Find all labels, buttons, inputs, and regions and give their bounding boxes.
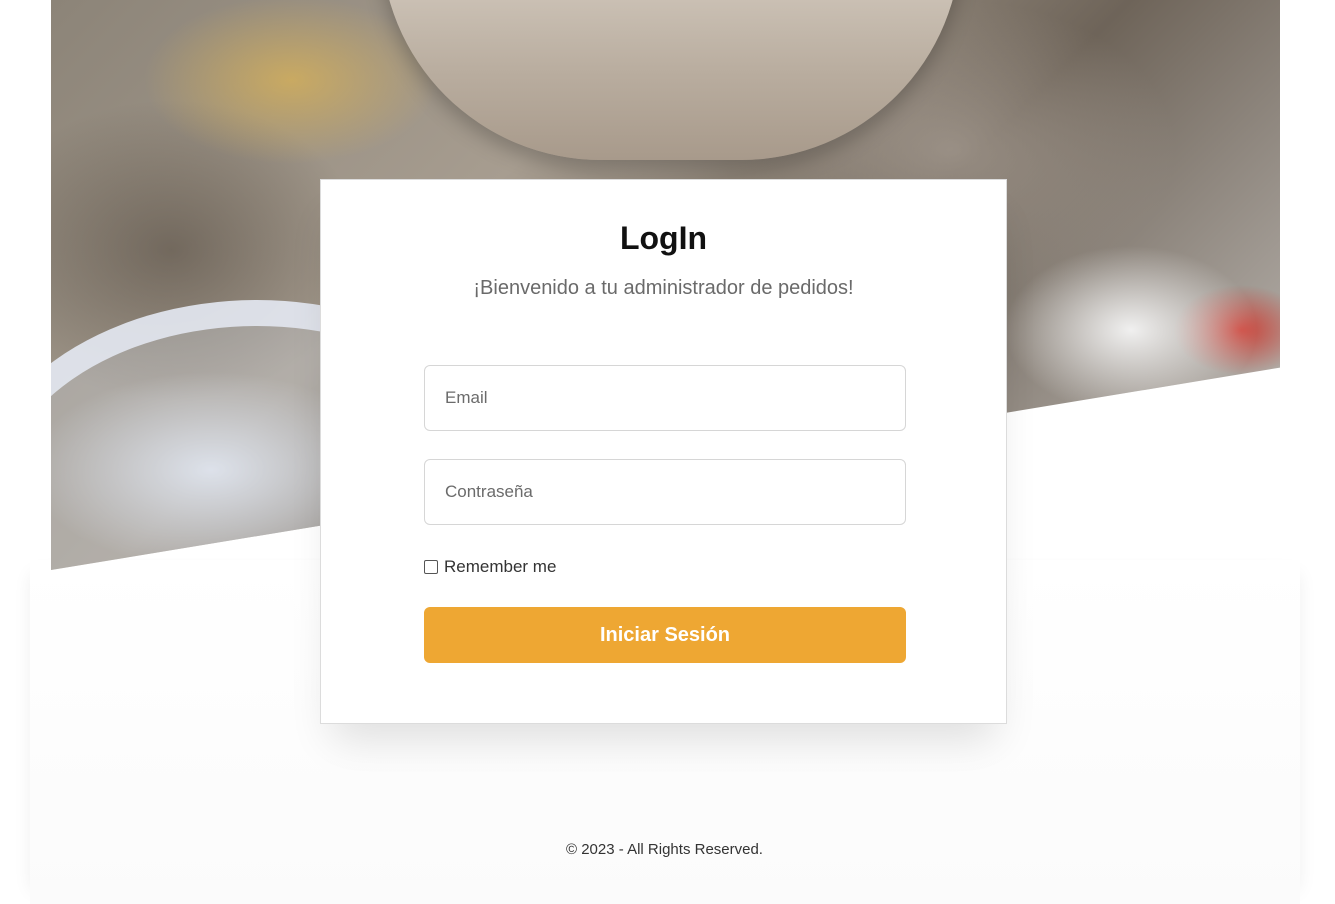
login-page: LogIn ¡Bienvenido a tu administrador de …	[0, 0, 1335, 904]
footer-copyright: © 2023 - All Rights Reserved.	[566, 841, 763, 858]
login-button[interactable]: Iniciar Sesión	[424, 607, 906, 663]
remember-me[interactable]: Remember me	[424, 557, 556, 577]
email-input[interactable]	[424, 365, 906, 431]
remember-me-label: Remember me	[444, 557, 557, 576]
remember-me-checkbox[interactable]	[424, 560, 438, 574]
bowl-image-detail	[381, 0, 961, 160]
login-card: LogIn ¡Bienvenido a tu administrador de …	[320, 179, 1007, 724]
password-input[interactable]	[424, 459, 906, 525]
page-title: LogIn	[619, 220, 708, 256]
welcome-subtitle: ¡Bienvenido a tu administrador de pedido…	[473, 277, 854, 299]
